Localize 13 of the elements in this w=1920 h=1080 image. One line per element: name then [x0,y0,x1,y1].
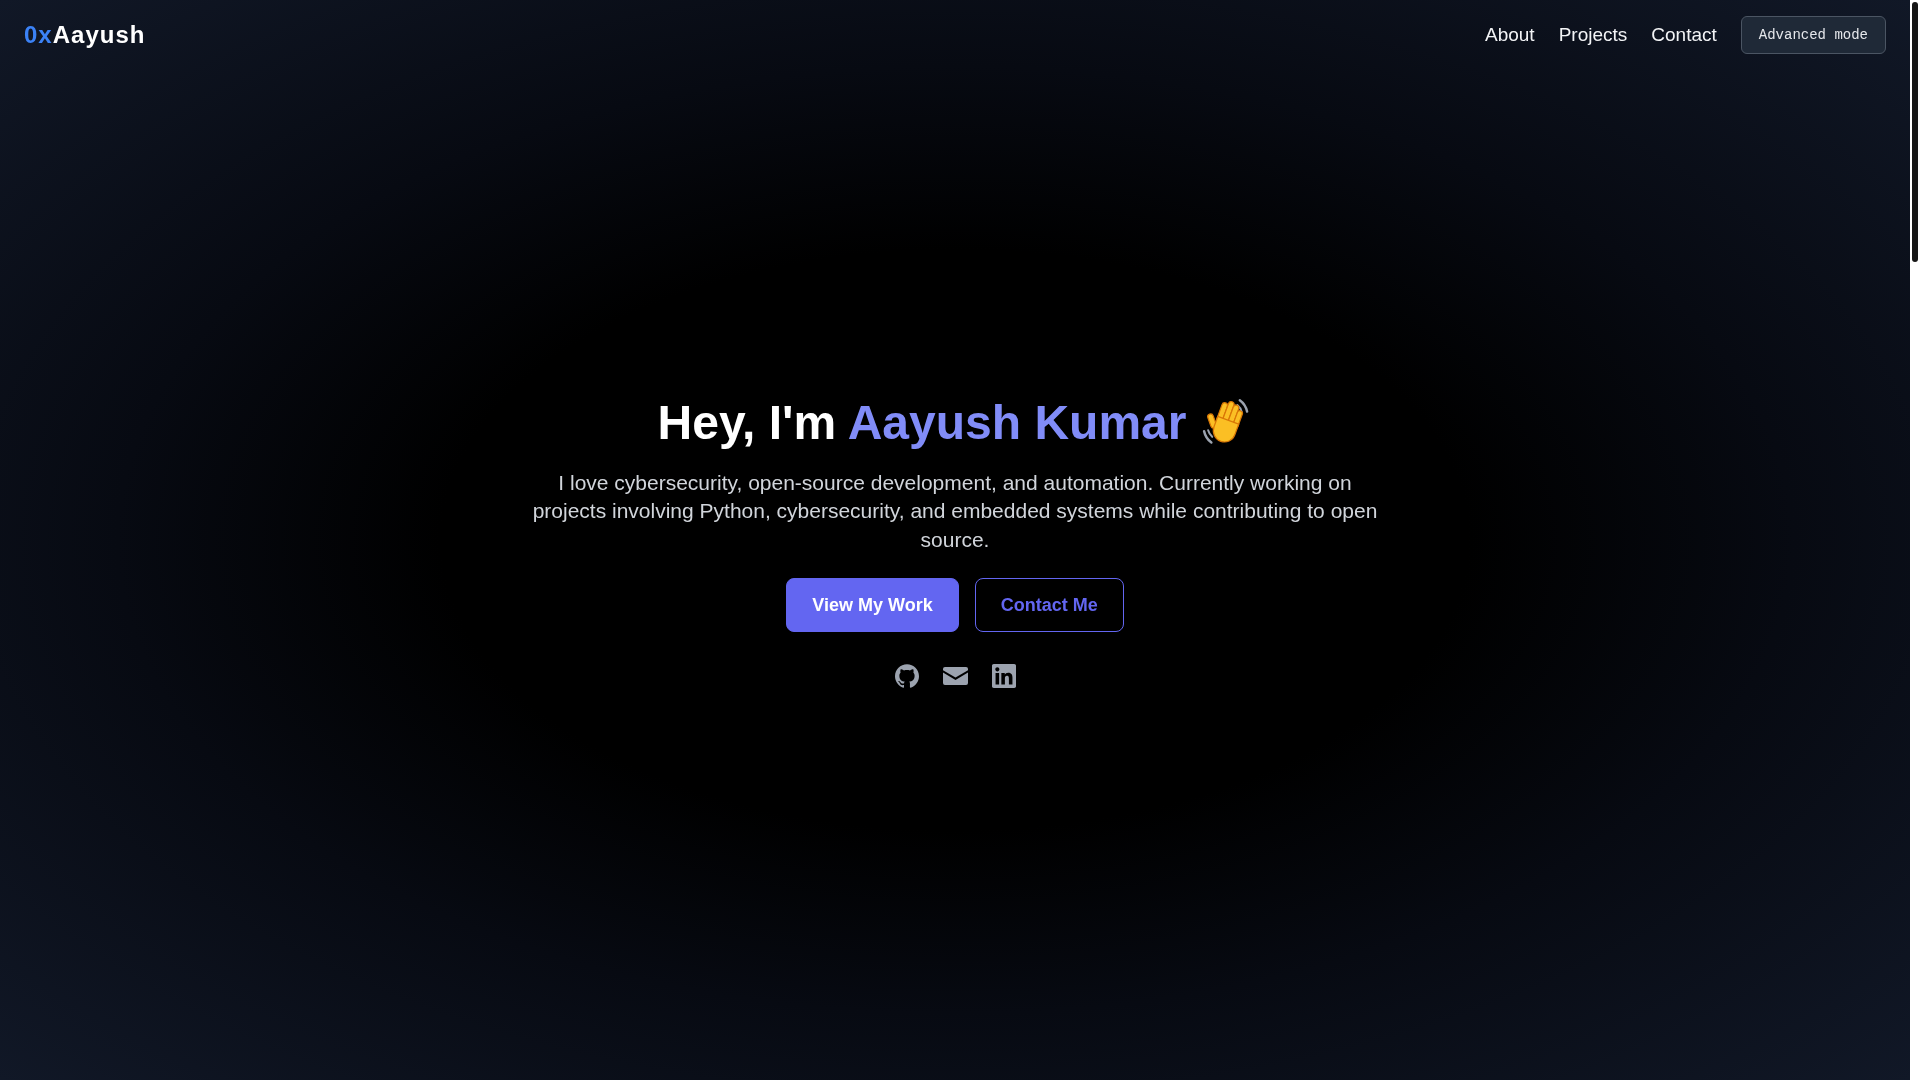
site-logo[interactable]: 0xAayush [24,21,146,49]
github-icon[interactable] [894,664,919,689]
linkedin-icon[interactable] [991,664,1016,689]
nav-link[interactable]: About [1485,24,1535,46]
hero-description: I love cybersecurity, open-source development, and automation. Currently working on projects involving Python, cybersecurity, and embedded systems while contributing to open source. [531,469,1379,553]
nav-link[interactable]: Contact [1651,24,1717,46]
nav-link[interactable]: Projects [1558,24,1628,46]
contact-button[interactable]: Contact Me [974,578,1124,633]
hero-heading: Hey, I'm Aayush Kumar [657,394,1187,451]
scrollbar-thumb[interactable] [1912,2,1918,262]
advanced-mode-button[interactable]: Advanced mode [1740,16,1886,54]
view-work-button[interactable]: View My Work [786,578,959,633]
mail-icon[interactable] [942,667,968,686]
